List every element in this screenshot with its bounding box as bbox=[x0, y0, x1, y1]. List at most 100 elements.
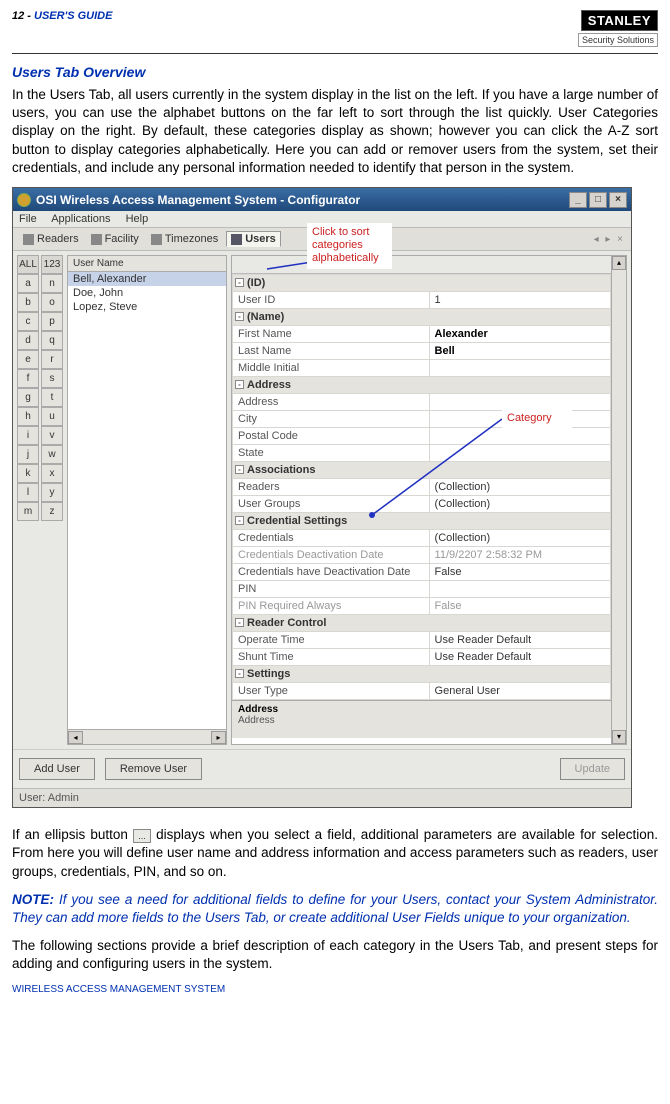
alpha-button-t[interactable]: t bbox=[41, 388, 63, 407]
alpha-button-y[interactable]: y bbox=[41, 483, 63, 502]
property-value[interactable]: (Collection) bbox=[429, 479, 610, 496]
alpha-button-c[interactable]: c bbox=[17, 312, 39, 331]
alpha-button-l[interactable]: l bbox=[17, 483, 39, 502]
collapse-icon[interactable]: - bbox=[235, 465, 244, 474]
property-key: State bbox=[233, 445, 430, 462]
alpha-button-v[interactable]: v bbox=[41, 426, 63, 445]
user-list-item[interactable]: Lopez, Steve bbox=[68, 300, 226, 314]
alpha-button-b[interactable]: b bbox=[17, 293, 39, 312]
alpha-123-button[interactable]: 123 bbox=[41, 255, 63, 274]
property-value[interactable] bbox=[429, 360, 610, 377]
property-category[interactable]: -Settings bbox=[233, 666, 611, 683]
property-category[interactable]: -Reader Control bbox=[233, 615, 611, 632]
alpha-button-n[interactable]: n bbox=[41, 274, 63, 293]
menu-file[interactable]: File bbox=[19, 213, 37, 225]
alpha-button-g[interactable]: g bbox=[17, 388, 39, 407]
userlist-header[interactable]: User Name bbox=[68, 256, 226, 272]
alpha-button-s[interactable]: s bbox=[41, 369, 63, 388]
alpha-button-j[interactable]: j bbox=[17, 445, 39, 464]
tab-readers[interactable]: Readers bbox=[19, 232, 83, 246]
maximize-button[interactable]: □ bbox=[589, 192, 607, 208]
collapse-icon[interactable]: - bbox=[235, 618, 244, 627]
close-button[interactable]: × bbox=[609, 192, 627, 208]
property-key: Postal Code bbox=[233, 428, 430, 445]
alpha-all-button[interactable]: ALL bbox=[17, 255, 39, 274]
property-key: Operate Time bbox=[233, 632, 430, 649]
remove-user-button[interactable]: Remove User bbox=[105, 758, 202, 780]
alpha-button-x[interactable]: x bbox=[41, 464, 63, 483]
property-value[interactable]: Bell bbox=[429, 343, 610, 360]
alpha-button-o[interactable]: o bbox=[41, 293, 63, 312]
update-button[interactable]: Update bbox=[560, 758, 625, 780]
minimize-button[interactable]: _ bbox=[569, 192, 587, 208]
desc-body: Address bbox=[238, 715, 605, 726]
alpha-button-z[interactable]: z bbox=[41, 502, 63, 521]
property-key: Middle Initial bbox=[233, 360, 430, 377]
alpha-button-r[interactable]: r bbox=[41, 350, 63, 369]
menu-applications[interactable]: Applications bbox=[51, 213, 110, 225]
property-value[interactable]: Use Reader Default bbox=[429, 632, 610, 649]
property-value[interactable] bbox=[429, 581, 610, 598]
collapse-icon[interactable]: - bbox=[235, 516, 244, 525]
window-controls[interactable]: _□× bbox=[567, 191, 627, 208]
tab-timezones[interactable]: Timezones bbox=[147, 232, 222, 246]
note-label: NOTE: bbox=[12, 892, 54, 907]
property-category[interactable]: -Credential Settings bbox=[233, 513, 611, 530]
property-value[interactable]: False bbox=[429, 598, 610, 615]
app-window: OSI Wireless Access Management System - … bbox=[12, 187, 632, 808]
alpha-button-a[interactable]: a bbox=[17, 274, 39, 293]
propgrid-toolbar[interactable] bbox=[232, 256, 611, 274]
alpha-button-m[interactable]: m bbox=[17, 502, 39, 521]
property-value[interactable]: Use Reader Default bbox=[429, 649, 610, 666]
logo-sub: Security Solutions bbox=[578, 33, 658, 47]
alpha-button-p[interactable]: p bbox=[41, 312, 63, 331]
collapse-icon[interactable]: - bbox=[235, 380, 244, 389]
property-value[interactable]: 1 bbox=[429, 292, 610, 309]
property-value[interactable]: 11/9/2207 2:58:32 PM bbox=[429, 547, 610, 564]
scroll-up-icon[interactable]: ▴ bbox=[612, 256, 626, 270]
alpha-button-u[interactable]: u bbox=[41, 407, 63, 426]
alpha-button-h[interactable]: h bbox=[17, 407, 39, 426]
property-value[interactable]: (Collection) bbox=[429, 496, 610, 513]
alpha-button-w[interactable]: w bbox=[41, 445, 63, 464]
horizontal-scrollbar[interactable]: ◂▸ bbox=[68, 729, 226, 744]
property-value[interactable]: (Collection) bbox=[429, 530, 610, 547]
property-grid[interactable]: -(ID)User ID1-(Name)First NameAlexanderL… bbox=[231, 255, 612, 745]
paragraph-2: If an ellipsis button ... displays when … bbox=[12, 826, 658, 881]
collapse-icon[interactable]: - bbox=[235, 312, 244, 321]
property-category[interactable]: -Associations bbox=[233, 462, 611, 479]
tab-facility[interactable]: Facility bbox=[87, 232, 143, 246]
page-number: 12 - USER'S GUIDE bbox=[12, 10, 112, 22]
property-value[interactable] bbox=[429, 428, 610, 445]
property-category[interactable]: -Address bbox=[233, 377, 611, 394]
property-value[interactable]: False bbox=[429, 564, 610, 581]
scroll-down-icon[interactable]: ▾ bbox=[612, 730, 626, 744]
user-list[interactable]: User Name Bell, AlexanderDoe, JohnLopez,… bbox=[67, 255, 227, 745]
scroll-left-icon[interactable]: ◂ bbox=[68, 731, 83, 744]
property-value[interactable]: Alexander bbox=[429, 326, 610, 343]
alpha-button-k[interactable]: k bbox=[17, 464, 39, 483]
property-category[interactable]: -(ID) bbox=[233, 275, 611, 292]
alpha-button-q[interactable]: q bbox=[41, 331, 63, 350]
tab-nav-controls[interactable]: ◂ ▸ × bbox=[594, 234, 625, 245]
scroll-right-icon[interactable]: ▸ bbox=[211, 731, 226, 744]
property-value[interactable] bbox=[429, 411, 610, 428]
vertical-scrollbar[interactable]: ▴▾ bbox=[612, 255, 627, 745]
user-list-item[interactable]: Bell, Alexander bbox=[68, 272, 226, 286]
property-category[interactable]: -(Name) bbox=[233, 309, 611, 326]
property-value[interactable]: General User bbox=[429, 683, 610, 700]
alpha-button-e[interactable]: e bbox=[17, 350, 39, 369]
property-value[interactable] bbox=[429, 445, 610, 462]
alpha-button-f[interactable]: f bbox=[17, 369, 39, 388]
collapse-icon[interactable]: - bbox=[235, 669, 244, 678]
tab-users[interactable]: Users bbox=[226, 231, 281, 247]
category-label: Associations bbox=[247, 464, 315, 476]
collapse-icon[interactable]: - bbox=[235, 278, 244, 287]
menu-help[interactable]: Help bbox=[126, 213, 149, 225]
add-user-button[interactable]: Add User bbox=[19, 758, 95, 780]
alpha-button-d[interactable]: d bbox=[17, 331, 39, 350]
user-list-item[interactable]: Doe, John bbox=[68, 286, 226, 300]
menubar[interactable]: File Applications Help bbox=[13, 211, 631, 228]
alpha-button-i[interactable]: i bbox=[17, 426, 39, 445]
property-value[interactable] bbox=[429, 394, 610, 411]
